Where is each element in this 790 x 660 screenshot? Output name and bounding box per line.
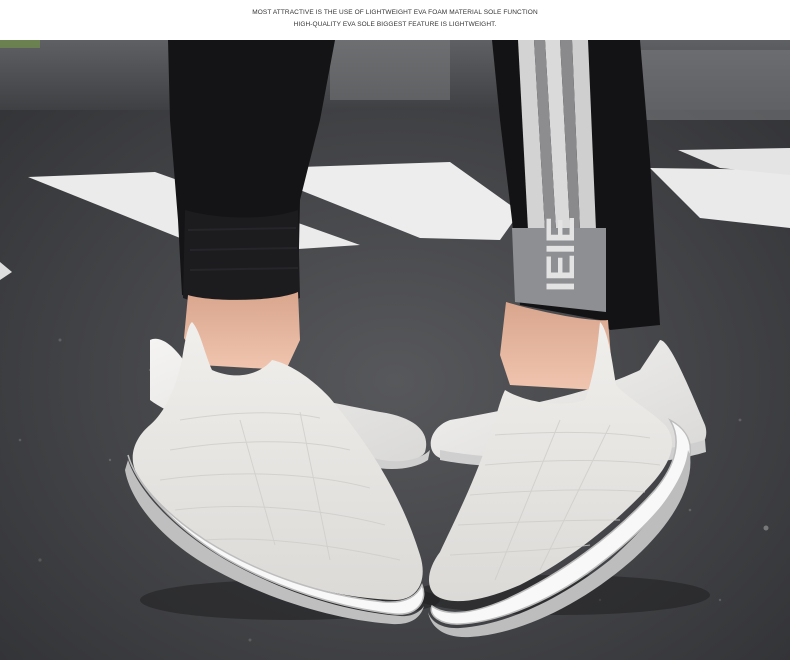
cuff-print-text: IEIE [539,216,583,292]
pants-cuff-left [183,210,300,308]
caption-line-1: MOST ATTRACTIVE IS THE USE OF LIGHTWEIGH… [252,9,538,16]
caption-line-2: HIGH-QUALITY EVA SOLE BIGGEST FEATURE IS… [293,21,497,28]
caption-header: MOST ATTRACTIVE IS THE USE OF LIGHTWEIGH… [0,0,790,40]
distant-object [330,40,450,100]
product-page: MOST ATTRACTIVE IS THE USE OF LIGHTWEIGH… [0,0,790,660]
distant-grass [0,40,40,48]
pants-stripes [518,40,596,230]
product-photo: IEIE [0,40,790,660]
photo-illustration: IEIE [0,40,790,660]
